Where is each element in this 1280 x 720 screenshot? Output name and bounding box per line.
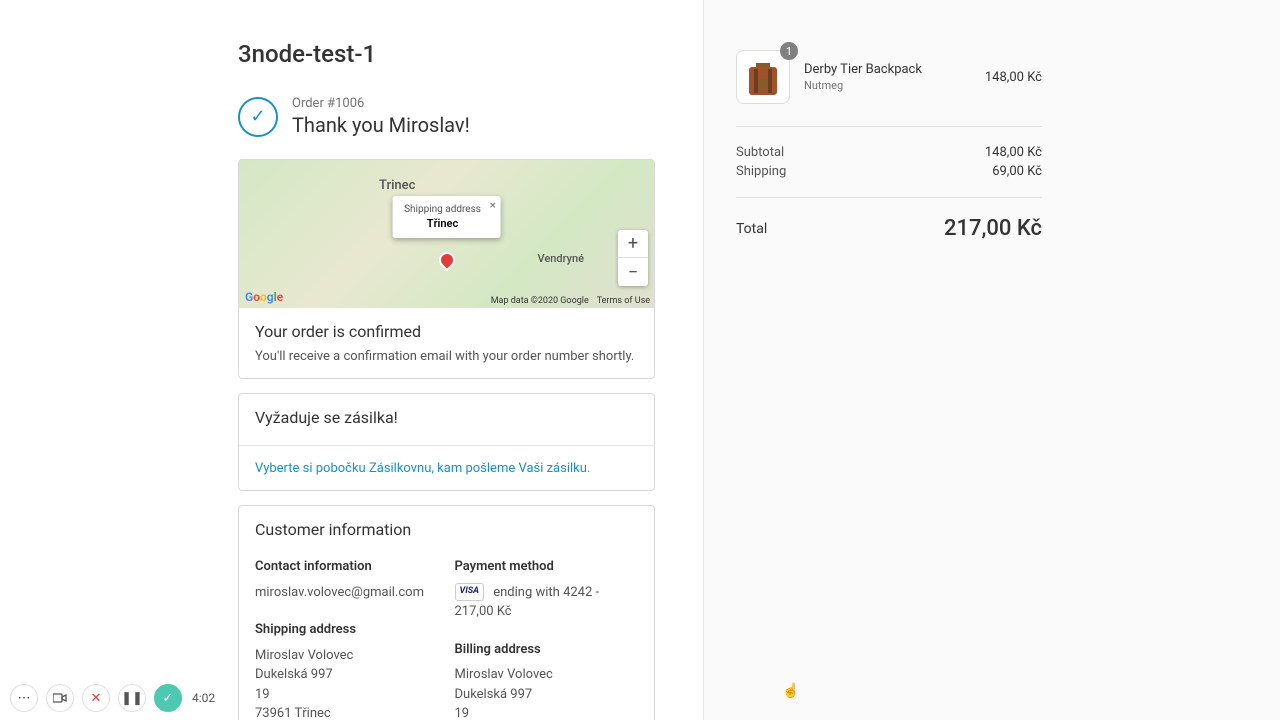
payment-method-heading: Payment method <box>455 557 639 577</box>
contact-info-heading: Contact information <box>255 557 439 577</box>
subtotal-value: 148,00 Kč <box>985 145 1042 160</box>
subtotal-label: Subtotal <box>736 145 784 160</box>
camera-icon[interactable] <box>46 684 74 712</box>
shipping-street: Dukelská 997 <box>255 665 439 685</box>
thank-you-text: Thank you Miroslav! <box>292 113 470 137</box>
store-name: 3node-test-1 <box>238 40 655 68</box>
quantity-badge: 1 <box>780 42 798 60</box>
main-column: 3node-test-1 ✓ Order #1006 Thank you Mir… <box>0 0 704 720</box>
map-city-label-2: Vendryné <box>538 252 584 265</box>
pause-recording-button[interactable]: ❚❚ <box>118 684 146 712</box>
cursor-icon: ☝ <box>782 683 799 699</box>
shipping-label: Shipping <box>736 164 786 179</box>
customer-email: miroslav.volovec@gmail.com <box>255 583 439 603</box>
billing-street: Dukelská 997 <box>455 685 639 705</box>
payment-line: VISA ending with 4242 - 217,00 Kč <box>455 583 639 622</box>
map-pin-icon <box>435 249 458 272</box>
shipment-required-title: Vyžaduje se zásilka! <box>255 408 638 427</box>
recording-time: 4:02 <box>192 691 215 705</box>
product-price: 148,00 Kč <box>985 70 1042 85</box>
order-confirmed-title: Your order is confirmed <box>255 322 638 341</box>
map-terms-link[interactable]: Terms of Use <box>597 296 650 306</box>
map-city-label: Trinec <box>379 178 415 193</box>
zoom-in-button[interactable]: + <box>618 230 648 258</box>
product-variant: Nutmeg <box>804 79 971 92</box>
billing-name: Miroslav Volovec <box>455 665 639 685</box>
zoom-out-button[interactable]: − <box>618 258 648 286</box>
visa-icon: VISA <box>455 583 485 601</box>
customer-info-card: Customer information Contact information… <box>238 505 655 720</box>
map-data-attrib: Map data ©2020 Google <box>491 296 589 306</box>
more-icon[interactable]: ⋯ <box>10 684 38 712</box>
shipment-required-card: Vyžaduje se zásilka! Vyberte si pobočku … <box>238 393 655 491</box>
total-label: Total <box>736 221 767 237</box>
shipping-address-heading: Shipping address <box>255 620 439 640</box>
summary-line-item: 1 Derby Tier Backpack Nutmeg 148,00 Kč <box>736 50 1042 127</box>
shipping-name: Miroslav Volovec <box>255 646 439 666</box>
payment-ending: ending with 4242 <box>493 585 592 600</box>
customer-info-title: Customer information <box>255 520 638 539</box>
shipping-zip-city: 73961 Třinec <box>255 704 439 720</box>
map-popup: × Shipping address Třinec <box>392 196 501 238</box>
map-card: Trinec Vendryné × Shipping address Třine… <box>238 159 655 379</box>
total-value: 217,00 Kč <box>944 216 1042 241</box>
map-popup-title: Shipping address <box>404 204 481 215</box>
select-branch-link[interactable]: Vyberte si pobočku Zásilkovnu, kam pošle… <box>255 461 590 476</box>
recorder-toolbar: ⋯ ✕ ❚❚ ✓ 4:02 <box>10 684 215 712</box>
billing-apt: 19 <box>455 704 639 720</box>
order-number: Order #1006 <box>292 96 470 111</box>
cancel-recording-button[interactable]: ✕ <box>82 684 110 712</box>
map[interactable]: Trinec Vendryné × Shipping address Třine… <box>239 160 654 308</box>
shipping-value: 69,00 Kč <box>992 164 1042 179</box>
product-thumbnail <box>736 50 790 104</box>
order-confirmed-text: You'll receive a confirmation email with… <box>255 349 638 364</box>
backpack-icon <box>746 57 780 97</box>
billing-address-heading: Billing address <box>455 640 639 660</box>
map-zoom-controls: + − <box>618 230 648 286</box>
product-name: Derby Tier Backpack <box>804 62 971 77</box>
map-attribution: Map data ©2020 Google Terms of Use <box>491 296 650 306</box>
checkmark-icon: ✓ <box>238 97 278 137</box>
finish-recording-button[interactable]: ✓ <box>154 684 182 712</box>
shipping-apt: 19 <box>255 685 439 705</box>
google-logo: Google <box>245 290 283 304</box>
map-popup-city: Třinec <box>404 217 481 230</box>
thank-you-row: ✓ Order #1006 Thank you Miroslav! <box>238 96 655 137</box>
close-icon[interactable]: × <box>489 198 495 212</box>
order-summary-column: 1 Derby Tier Backpack Nutmeg 148,00 Kč S… <box>704 0 1280 720</box>
